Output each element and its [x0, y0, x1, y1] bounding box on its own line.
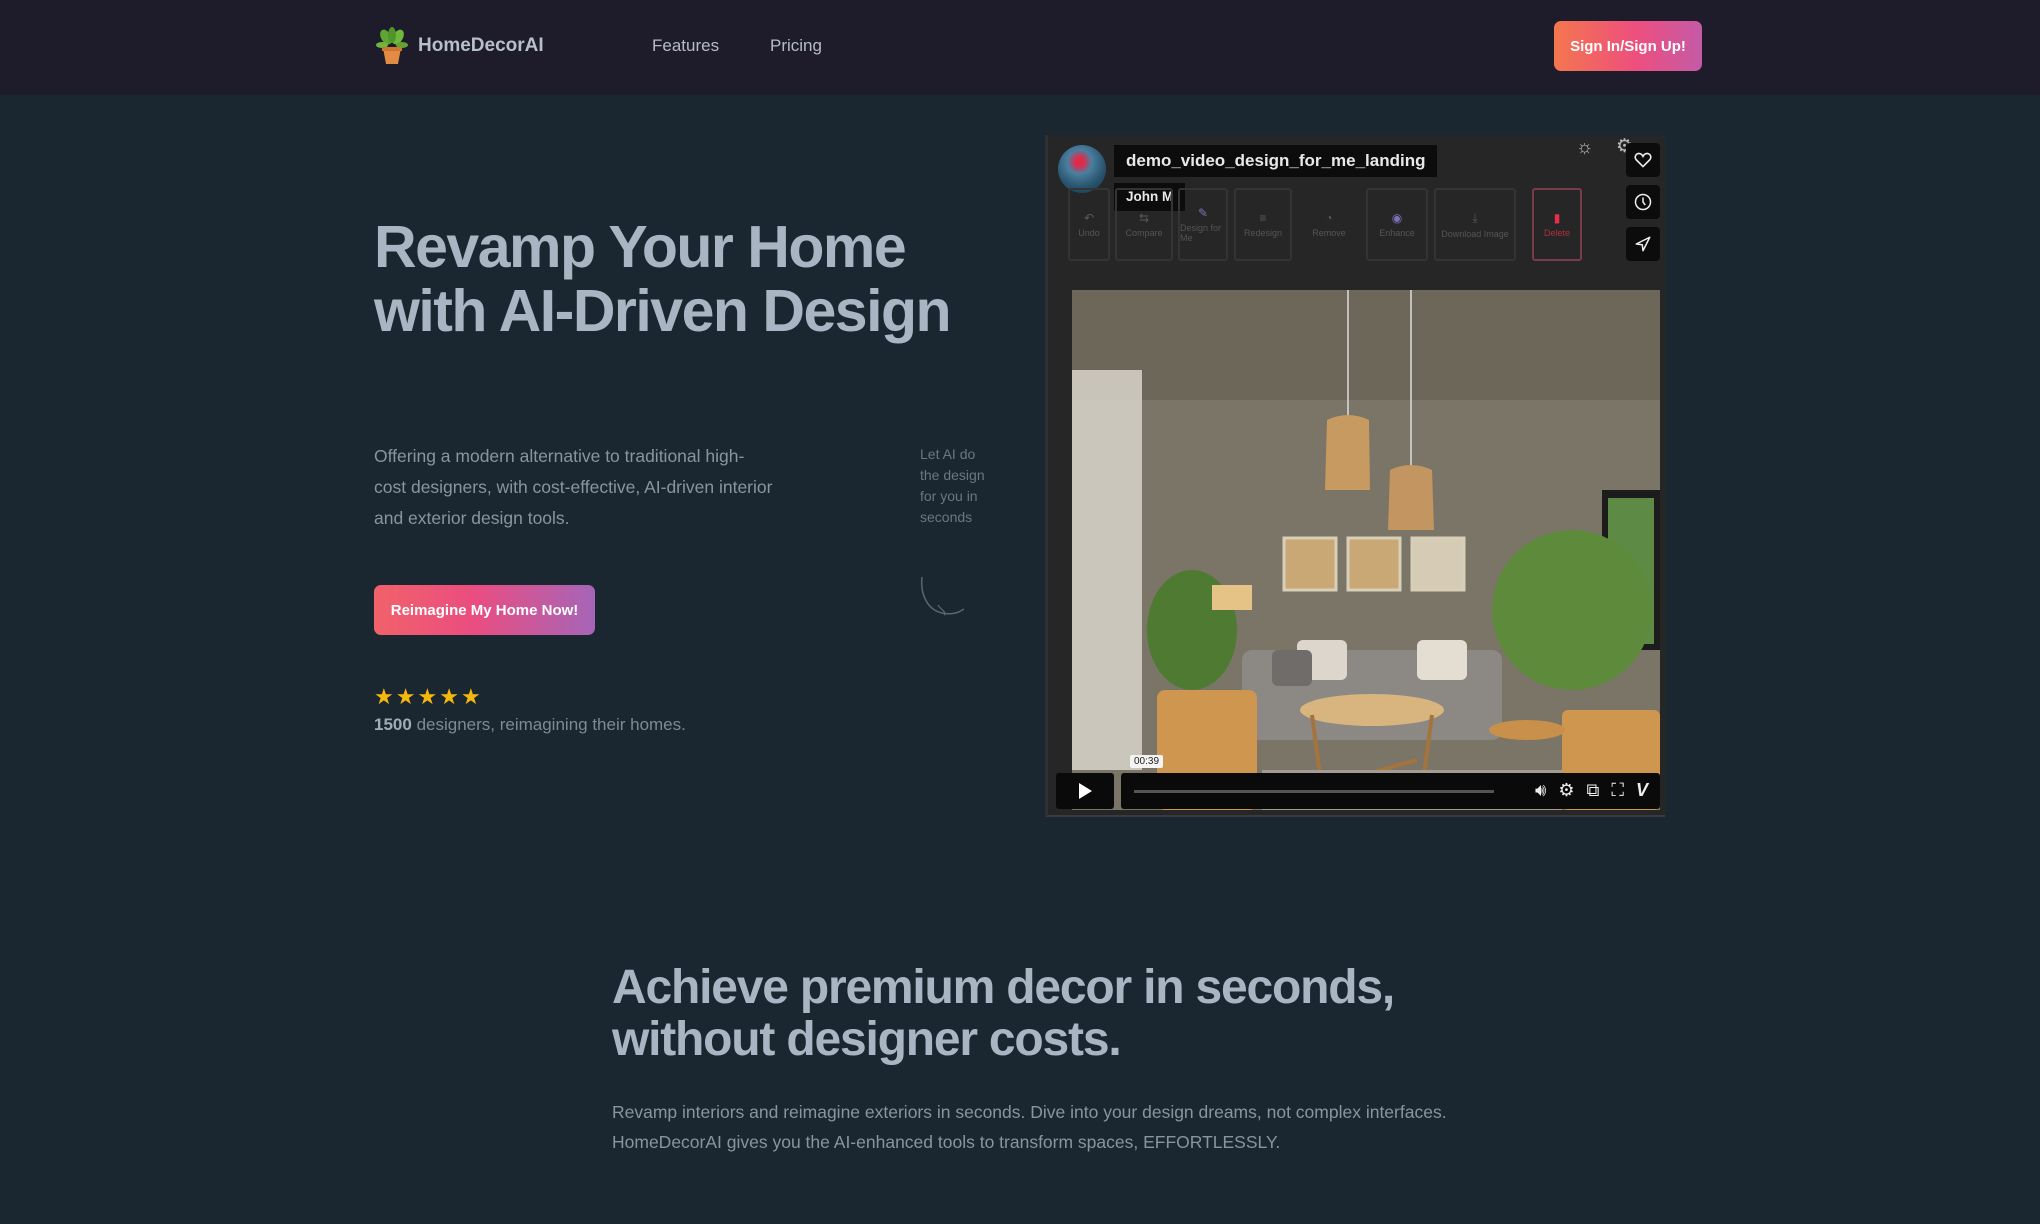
video-frame-living-room[interactable] [1072, 290, 1660, 810]
clock-icon [1634, 193, 1652, 211]
section-title: Achieve premium decor in seconds, withou… [612, 961, 1395, 1066]
sign-in-button[interactable]: Sign In/Sign Up! [1554, 21, 1702, 71]
proof-text: designers, reimagining their homes. [416, 715, 686, 734]
progress-bar-container: 🔊︎ ⚙ ⧉ ⛶ V [1121, 773, 1660, 809]
tool-enhance: ◉ Enhance [1366, 188, 1428, 261]
top-nav: HomeDecorAI Features Pricing Sign In/Sig… [0, 0, 2040, 95]
section-description: Revamp interiors and reimagine exteriors… [612, 1102, 1447, 1152]
redesign-icon: ≡ [1259, 211, 1267, 225]
trash-icon: ▮ [1553, 211, 1561, 225]
demo-video-player[interactable]: demo_video_design_for_me_landing John M … [1045, 135, 1665, 817]
undo-icon: ↶ [1083, 211, 1095, 225]
hero-title: Revamp Your Home with AI-Driven Design [374, 214, 952, 344]
tool-download-image: ⤓ Download Image [1434, 188, 1516, 261]
tool-undo: ↶ Undo [1068, 188, 1110, 261]
social-proof: 1500 designers, reimagining their homes. [374, 715, 686, 735]
tool-remove: ◔ Remove [1312, 211, 1346, 238]
seek-bar[interactable] [1134, 790, 1494, 793]
wand-icon: ✎ [1197, 206, 1209, 220]
video-controls: 00:39 🔊︎ ⚙ ⧉ ⛶ V [1056, 755, 1660, 809]
proof-count: 1500 [374, 715, 412, 734]
living-room-image [1072, 290, 1660, 810]
star-icon: ★ [374, 684, 394, 709]
compare-icon: ⇆ [1138, 211, 1150, 225]
play-icon [1079, 783, 1092, 799]
volume-icon[interactable]: 🔊︎ [1535, 780, 1546, 801]
tool-design-for-me: ✎ Design for Me [1178, 188, 1228, 261]
tool-compare: ⇆ Compare [1115, 188, 1173, 261]
brand-name: HomeDecorAI [418, 35, 544, 56]
tool-delete: ▮ Delete [1532, 188, 1582, 261]
watch-later-button[interactable] [1626, 185, 1660, 219]
timestamp-tooltip: 00:39 [1130, 755, 1164, 768]
fullscreen-icon[interactable]: ⛶ [1611, 780, 1624, 801]
nav-link-features[interactable]: Features [652, 36, 719, 56]
curved-arrow-icon [920, 576, 965, 616]
enhance-icon: ◉ [1391, 211, 1403, 225]
star-icon: ★ [417, 684, 438, 709]
share-button[interactable] [1626, 227, 1660, 261]
nav-link-pricing[interactable]: Pricing [770, 36, 822, 56]
hero-description: Offering a modern alternative to traditi… [374, 446, 773, 528]
play-button[interactable] [1056, 773, 1114, 809]
vimeo-logo-icon[interactable]: V [1636, 780, 1648, 801]
plant-pot-icon [376, 27, 408, 64]
picture-in-picture-icon[interactable]: ⧉ [1587, 780, 1600, 801]
rating-stars: ★ ★ ★ ★ ★ [374, 686, 481, 708]
side-note: Let AI do the design for you in seconds [920, 446, 985, 525]
remove-icon: ◔ [1325, 211, 1333, 225]
download-icon: ⤓ [1472, 210, 1478, 225]
heart-icon [1634, 152, 1652, 168]
settings-icon[interactable]: ⚙ [1558, 780, 1574, 801]
star-icon: ★ [395, 684, 416, 709]
reimagine-cta-button[interactable]: Reimagine My Home Now! [374, 585, 595, 635]
author-avatar[interactable] [1058, 145, 1106, 193]
video-title[interactable]: demo_video_design_for_me_landing [1114, 145, 1438, 177]
send-icon [1635, 236, 1651, 252]
star-icon: ★ [439, 684, 459, 709]
brand-logo[interactable]: HomeDecorAI [376, 27, 544, 65]
sun-icon: ☼ [1576, 137, 1594, 158]
tool-redesign: ≡ Redesign [1234, 188, 1292, 261]
star-icon: ★ [460, 684, 481, 709]
like-button[interactable] [1626, 143, 1660, 177]
